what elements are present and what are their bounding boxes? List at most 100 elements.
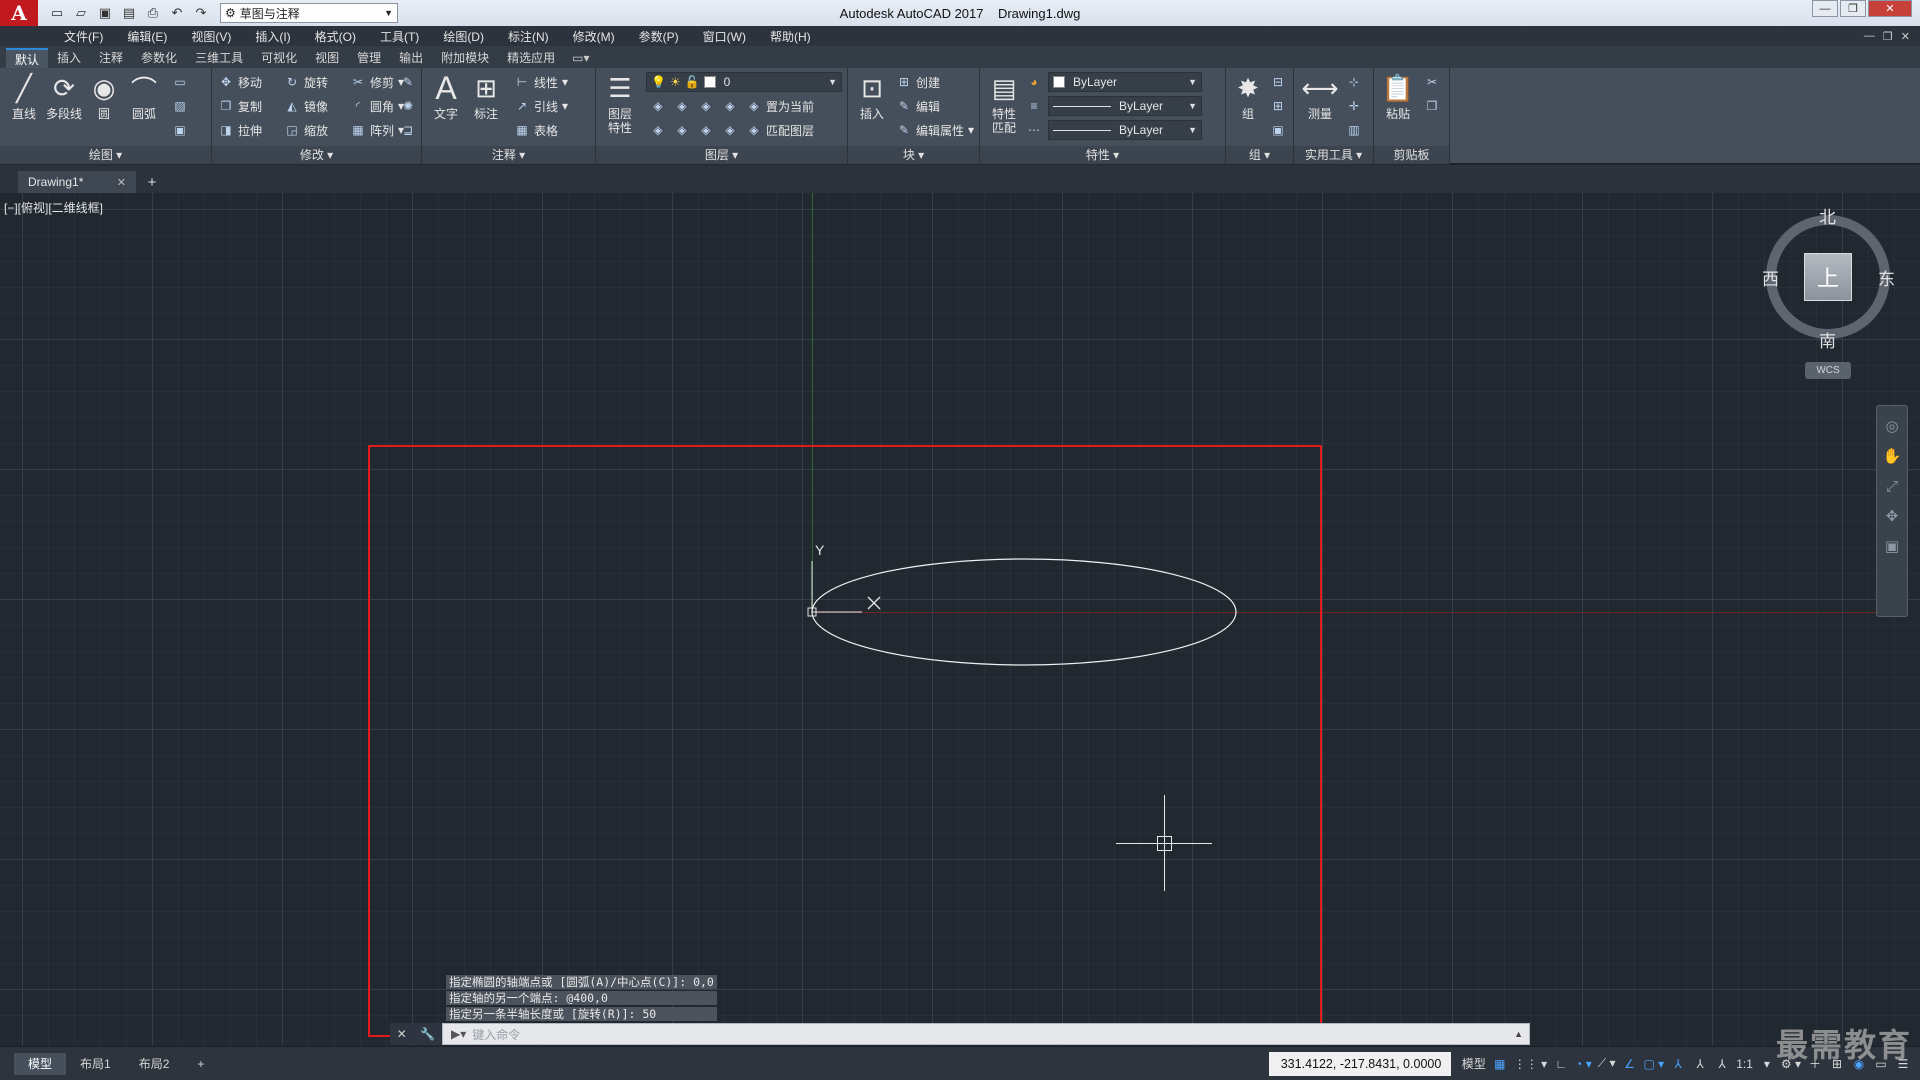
group-edit-button[interactable]: ⊞ [1270,96,1286,116]
layer-tool-3[interactable]: ◈ [698,96,714,116]
quick-select-button[interactable]: ⊹ [1346,72,1362,92]
tab-annotate[interactable]: 注释 [90,48,132,68]
boundary-button[interactable]: ▣ [172,120,188,140]
close-icon[interactable]: ✕ [117,176,126,189]
panel-groups-title[interactable]: 组 ▾ [1226,146,1293,164]
application-menu-button[interactable]: A [0,0,38,26]
match-properties-button[interactable]: ▤ 特性 匹配 [984,72,1024,138]
annotation-visibility-icon[interactable]: ⅄ [1667,1052,1689,1076]
color-wheel-button[interactable]: ◕ [1026,72,1042,92]
circle-button[interactable]: ◉ 圆 [84,72,124,138]
file-tab-drawing1[interactable]: Drawing1* ✕ [18,171,136,193]
auto-scale-icon[interactable]: ⅄ [1689,1052,1711,1076]
calculator-button[interactable]: ▥ [1346,120,1362,140]
text-button[interactable]: A 文字 [426,70,466,138]
menu-tools[interactable]: 工具(T) [368,28,431,45]
line-button[interactable]: ╱ 直线 [4,72,44,138]
lineweight-button[interactable]: ≡ [1026,96,1042,116]
make-current-button[interactable]: ◈ 置为当前 [746,96,814,116]
wrench-icon[interactable]: 🔧 [420,1027,435,1041]
orbit-icon[interactable]: ✥ [1882,506,1902,526]
grid-icon[interactable]: ▦ [1489,1052,1511,1076]
match-layer-button[interactable]: ◈ 匹配图层 [746,120,814,140]
linetype-dropdown[interactable]: ByLayer ▼ [1048,120,1202,140]
redo-icon[interactable]: ↷ [190,3,212,23]
polar-tracking-icon[interactable]: ◔ ▾ [1572,1052,1595,1076]
linetype-button[interactable]: ⋯ [1026,120,1042,140]
leader-button[interactable]: ↗ 引线 ▾ [514,96,568,116]
layout-tab-layout1[interactable]: 布局1 [66,1053,125,1075]
copy-button[interactable]: ❐ 复制 [218,96,262,116]
minimize-button[interactable]: — [1812,0,1838,17]
linear-button[interactable]: ⊢ 线性 ▾ [514,72,568,92]
layer-properties-button[interactable]: ☰ 图层 特性 [600,72,640,138]
menu-file[interactable]: 文件(F) [52,28,115,45]
array-button[interactable]: ▦ 阵列 ▾ [350,120,404,140]
panel-draw-title[interactable]: 绘图 ▾ [0,146,211,164]
object-snap-icon[interactable]: ▢ ▾ [1640,1052,1667,1076]
save-icon[interactable]: ▣ [94,3,116,23]
showmotion-icon[interactable]: ▣ [1882,536,1902,556]
compass-south[interactable]: 南 [1819,327,1836,352]
dimension-button[interactable]: ⊞ 标注 [466,72,506,138]
tab-view[interactable]: 视图 [306,48,348,68]
menu-format[interactable]: 格式(O) [303,28,368,45]
zoom-extents-icon[interactable]: ⤢ [1882,476,1902,496]
wcs-menu-button[interactable]: WCS [1805,362,1851,379]
maximize-button[interactable]: ❐ [1840,0,1866,17]
command-input[interactable]: ▶▾ 键入命令 ▲ [442,1023,1530,1045]
menu-window[interactable]: 窗口(W) [691,28,758,45]
menu-edit[interactable]: 编辑(E) [115,28,179,45]
compass-east[interactable]: 东 [1878,265,1895,290]
compass-north[interactable]: 北 [1819,203,1836,228]
measure-button[interactable]: ⟷ 测量 [1300,72,1340,138]
snap-icon[interactable]: ⋮⋮ ▾ [1511,1052,1550,1076]
doc-restore-button[interactable]: ❐ [1883,30,1893,43]
viewcube[interactable]: 上 北 南 西 东 [1762,208,1895,351]
layer-tool-6[interactable]: ◈ [674,120,690,140]
ortho-icon[interactable]: ∟ [1550,1052,1572,1076]
tab-featured-apps[interactable]: 精选应用 [498,48,564,68]
polyline-button[interactable]: ⟳ 多段线 [44,72,84,138]
rotate-button[interactable]: ↻ 旋转 [284,72,328,92]
explode-button[interactable]: ✺ [400,96,416,116]
erase-button[interactable]: ✎ [400,72,416,92]
point-button[interactable]: ✛ [1346,96,1362,116]
layer-tool-8[interactable]: ◈ [722,120,738,140]
panel-properties-title[interactable]: 特性 ▾ [980,146,1225,164]
undo-icon[interactable]: ↶ [166,3,188,23]
model-space-button[interactable]: 模型 [1459,1052,1489,1076]
rectangle-button[interactable]: ▭ [172,72,188,92]
compass-west[interactable]: 西 [1762,265,1779,290]
move-button[interactable]: ✥ 移动 [218,72,262,92]
menu-dimension[interactable]: 标注(N) [496,28,561,45]
stretch-button[interactable]: ◨ 拉伸 [218,120,262,140]
panel-annotation-title[interactable]: 注释 ▾ [422,146,595,164]
menu-draw[interactable]: 绘图(D) [431,28,496,45]
offset-button[interactable]: ⊒ [400,120,416,140]
panel-utilities-title[interactable]: 实用工具 ▾ [1294,146,1373,164]
pan-icon[interactable]: ✋ [1882,446,1902,466]
object-snap-tracking-icon[interactable]: ∠ [1618,1052,1640,1076]
coordinate-readout[interactable]: 331.4122, -217.8431, 0.0000 [1268,1051,1451,1076]
table-button[interactable]: ▦ 表格 [514,120,558,140]
color-dropdown[interactable]: ByLayer ▼ [1048,72,1202,92]
layout-tab-model[interactable]: 模型 [14,1052,67,1075]
tab-visualize[interactable]: 可视化 [252,48,306,68]
panel-block-title[interactable]: 块 ▾ [848,146,979,164]
fillet-button[interactable]: ◜ 圆角 ▾ [350,96,404,116]
save-as-icon[interactable]: ▤ [118,3,140,23]
menu-parametric[interactable]: 参数(P) [627,28,691,45]
close-icon[interactable]: ✕ [397,1027,407,1041]
annotation-scale-value[interactable]: 1:1 [1733,1052,1756,1076]
panel-layers-title[interactable]: 图层 ▾ [596,146,847,164]
new-file-icon[interactable]: ▭ [46,3,68,23]
layer-tool-7[interactable]: ◈ [698,120,714,140]
annotation-scale-icon[interactable]: ⅄ [1711,1052,1733,1076]
tab-addins[interactable]: 附加模块 [432,48,498,68]
layout-tab-layout2[interactable]: 布局2 [125,1053,184,1075]
tab-manage[interactable]: 管理 [348,48,390,68]
panel-modify-title[interactable]: 修改 ▾ [212,146,421,164]
new-tab-button[interactable]: + [140,171,164,193]
doc-minimize-button[interactable]: — [1864,30,1875,43]
